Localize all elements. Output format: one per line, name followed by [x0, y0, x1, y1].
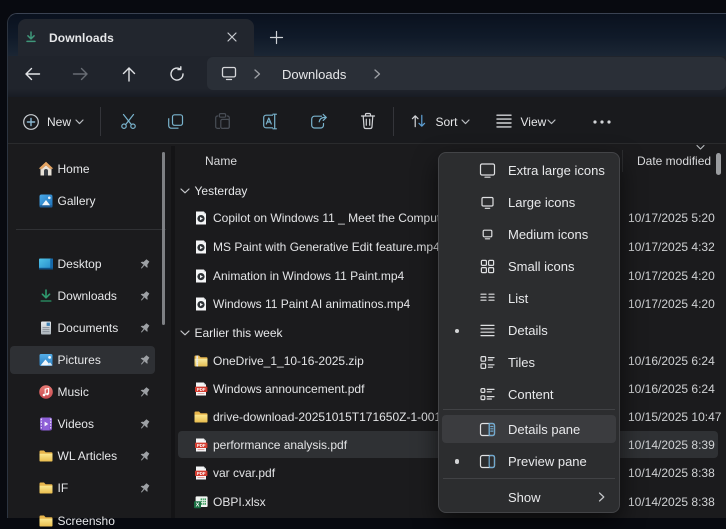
svg-text:PDF: PDF	[196, 443, 205, 448]
svg-text:X: X	[195, 502, 199, 508]
svg-text:PDF: PDF	[196, 387, 205, 392]
svg-text:PDF: PDF	[196, 471, 205, 476]
